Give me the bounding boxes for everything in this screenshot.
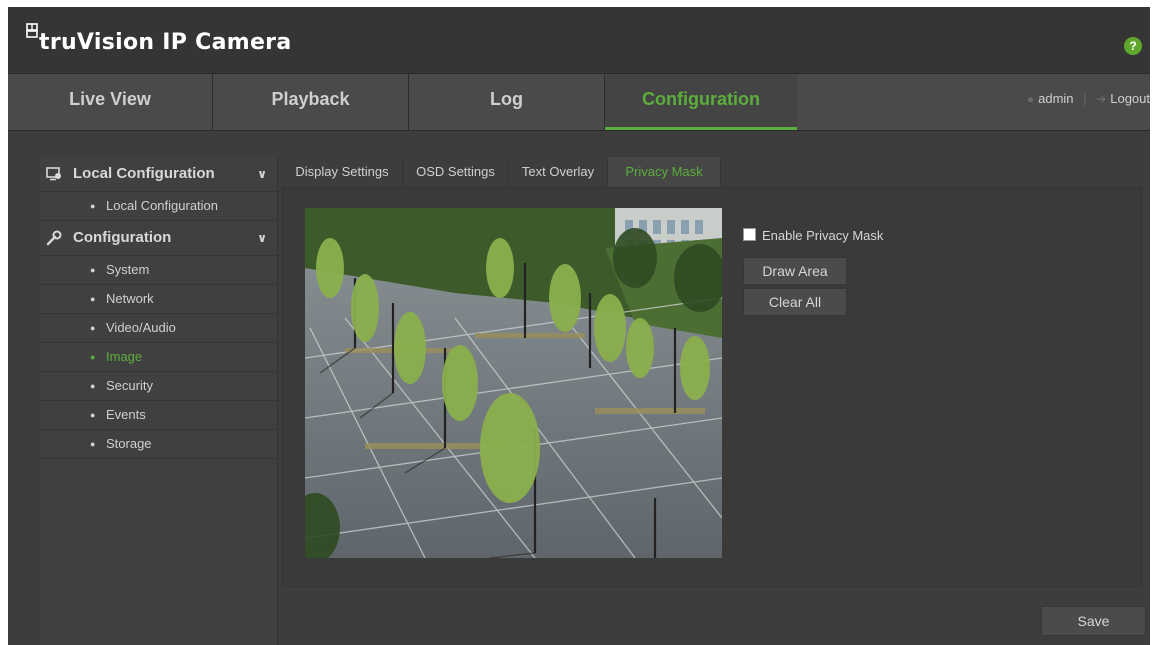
sidebar-item-local-configuration[interactable]: ● Local Configuration bbox=[40, 192, 277, 221]
help-icon[interactable]: ? bbox=[1124, 37, 1142, 55]
main-nav: Live View Playback Log Configuration ● ad… bbox=[8, 73, 1150, 131]
logout-icon: ➔ bbox=[1096, 92, 1107, 106]
sidebar-item-label: Network bbox=[106, 291, 154, 306]
local-config-icon bbox=[46, 167, 61, 181]
sidebar-item-label: System bbox=[106, 262, 150, 277]
bullet-icon: ● bbox=[90, 352, 96, 362]
sidebar-section-configuration[interactable]: Configuration ∨ bbox=[40, 221, 277, 256]
enable-privacy-mask-label: Enable Privacy Mask bbox=[762, 228, 884, 243]
bullet-icon: ● bbox=[90, 381, 96, 391]
app-window: truVision IP Camera ? Live View Playback… bbox=[8, 7, 1150, 645]
tab-privacy-mask[interactable]: Privacy Mask bbox=[608, 157, 721, 187]
camera-video-preview[interactable] bbox=[305, 208, 722, 558]
sidebar-item-label: Image bbox=[106, 349, 143, 364]
sidebar-item-video-audio[interactable]: ● Video/Audio bbox=[40, 314, 277, 343]
tab-live-view[interactable]: Live View bbox=[8, 74, 213, 130]
bullet-icon: ● bbox=[90, 294, 96, 304]
clear-all-button[interactable]: Clear All bbox=[743, 288, 847, 316]
sidebar-section-label: Configuration bbox=[73, 229, 172, 246]
enable-privacy-mask-checkbox[interactable] bbox=[743, 228, 756, 241]
tab-log[interactable]: Log bbox=[409, 74, 605, 130]
bullet-icon: ● bbox=[90, 265, 96, 275]
nav-divider: | bbox=[1083, 91, 1087, 106]
tab-text-overlay[interactable]: Text Overlay bbox=[509, 157, 608, 187]
logout-link[interactable]: Logout bbox=[1110, 91, 1150, 106]
main-content: Display Settings OSD Settings Text Overl… bbox=[278, 157, 1146, 645]
sidebar-item-label: Storage bbox=[106, 436, 152, 451]
bullet-icon: ● bbox=[90, 410, 96, 420]
brand-title: truVision IP Camera bbox=[39, 30, 292, 55]
sidebar-section-label: Local Configuration bbox=[73, 165, 215, 182]
tab-playback[interactable]: Playback bbox=[213, 74, 409, 130]
enable-privacy-mask-row[interactable]: Enable Privacy Mask bbox=[743, 228, 883, 243]
sidebar-section-local-configuration[interactable]: Local Configuration ∨ bbox=[40, 157, 277, 192]
privacy-mask-panel: Enable Privacy Mask Draw Area Clear All bbox=[282, 187, 1142, 587]
bullet-icon: ● bbox=[90, 439, 96, 449]
wrench-icon bbox=[46, 230, 62, 246]
chevron-down-icon[interactable]: ∨ bbox=[257, 157, 267, 191]
draw-area-button[interactable]: Draw Area bbox=[743, 257, 847, 285]
user-icon: ● bbox=[1026, 92, 1035, 106]
username: admin bbox=[1038, 91, 1074, 106]
tab-configuration[interactable]: Configuration bbox=[605, 74, 797, 130]
tab-osd-settings[interactable]: OSD Settings bbox=[403, 157, 509, 187]
sidebar-item-network[interactable]: ● Network bbox=[40, 285, 277, 314]
sidebar: Local Configuration ∨ ● Local Configurati… bbox=[40, 157, 278, 645]
sidebar-item-label: Security bbox=[106, 378, 153, 393]
sidebar-item-label: Events bbox=[106, 407, 146, 422]
tab-display-settings[interactable]: Display Settings bbox=[282, 157, 403, 187]
chevron-down-icon[interactable]: ∨ bbox=[257, 221, 267, 255]
brand-icon bbox=[26, 23, 38, 38]
sidebar-item-image[interactable]: ● Image bbox=[40, 343, 277, 372]
sidebar-item-label: Local Configuration bbox=[106, 198, 219, 213]
user-area: ● admin | ➔ Logout bbox=[1027, 74, 1150, 130]
sidebar-item-label: Video/Audio bbox=[106, 320, 176, 335]
bullet-icon: ● bbox=[90, 201, 96, 211]
save-button[interactable]: Save bbox=[1041, 606, 1146, 636]
app-header: truVision IP Camera ? bbox=[8, 7, 1150, 73]
sidebar-item-system[interactable]: ● System bbox=[40, 256, 277, 285]
bullet-icon: ● bbox=[90, 323, 96, 333]
sidebar-item-events[interactable]: ● Events bbox=[40, 401, 277, 430]
sidebar-item-security[interactable]: ● Security bbox=[40, 372, 277, 401]
sidebar-item-storage[interactable]: ● Storage bbox=[40, 430, 277, 459]
brand-logo: truVision IP Camera bbox=[26, 23, 292, 55]
